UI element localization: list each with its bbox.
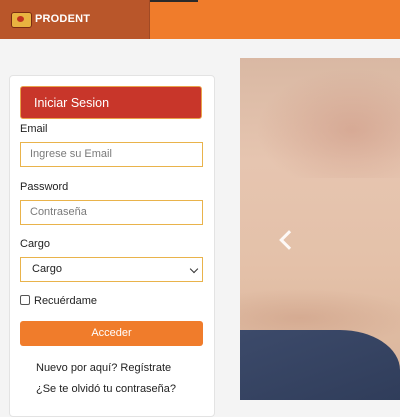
prodent-logo-icon [11, 12, 32, 28]
password-label: Password [20, 181, 69, 193]
role-label: Cargo [20, 238, 50, 250]
chevron-left-icon[interactable] [279, 230, 299, 250]
role-select[interactable]: Cargo [20, 257, 203, 282]
remember-checkbox[interactable] [20, 295, 30, 305]
password-field[interactable]: Contraseña [20, 200, 203, 225]
image-carousel [240, 58, 400, 400]
brand-name: PRODENT [35, 13, 91, 25]
brand[interactable]: PRODENT [0, 0, 150, 39]
login-button[interactable]: Acceder [20, 321, 203, 346]
carousel-image [240, 58, 400, 178]
forgot-password-link[interactable]: ¿Se te olvidó tu contraseña? [36, 383, 176, 395]
email-label: Email [20, 123, 48, 135]
email-field[interactable]: Ingrese su Email [20, 142, 203, 167]
top-navbar: PRODENT [0, 0, 400, 39]
role-select-value: Cargo [32, 263, 62, 275]
carousel-image-sleeve [240, 330, 400, 400]
remember-label: Recuérdame [34, 295, 97, 307]
login-title: Iniciar Sesion [20, 86, 202, 119]
remember-row[interactable]: Recuérdame [20, 295, 97, 307]
register-link[interactable]: Nuevo por aquí? Regístrate [36, 362, 171, 374]
login-card: Iniciar Sesion Email Ingrese su Email Pa… [9, 75, 215, 417]
chevron-down-icon [189, 264, 199, 274]
